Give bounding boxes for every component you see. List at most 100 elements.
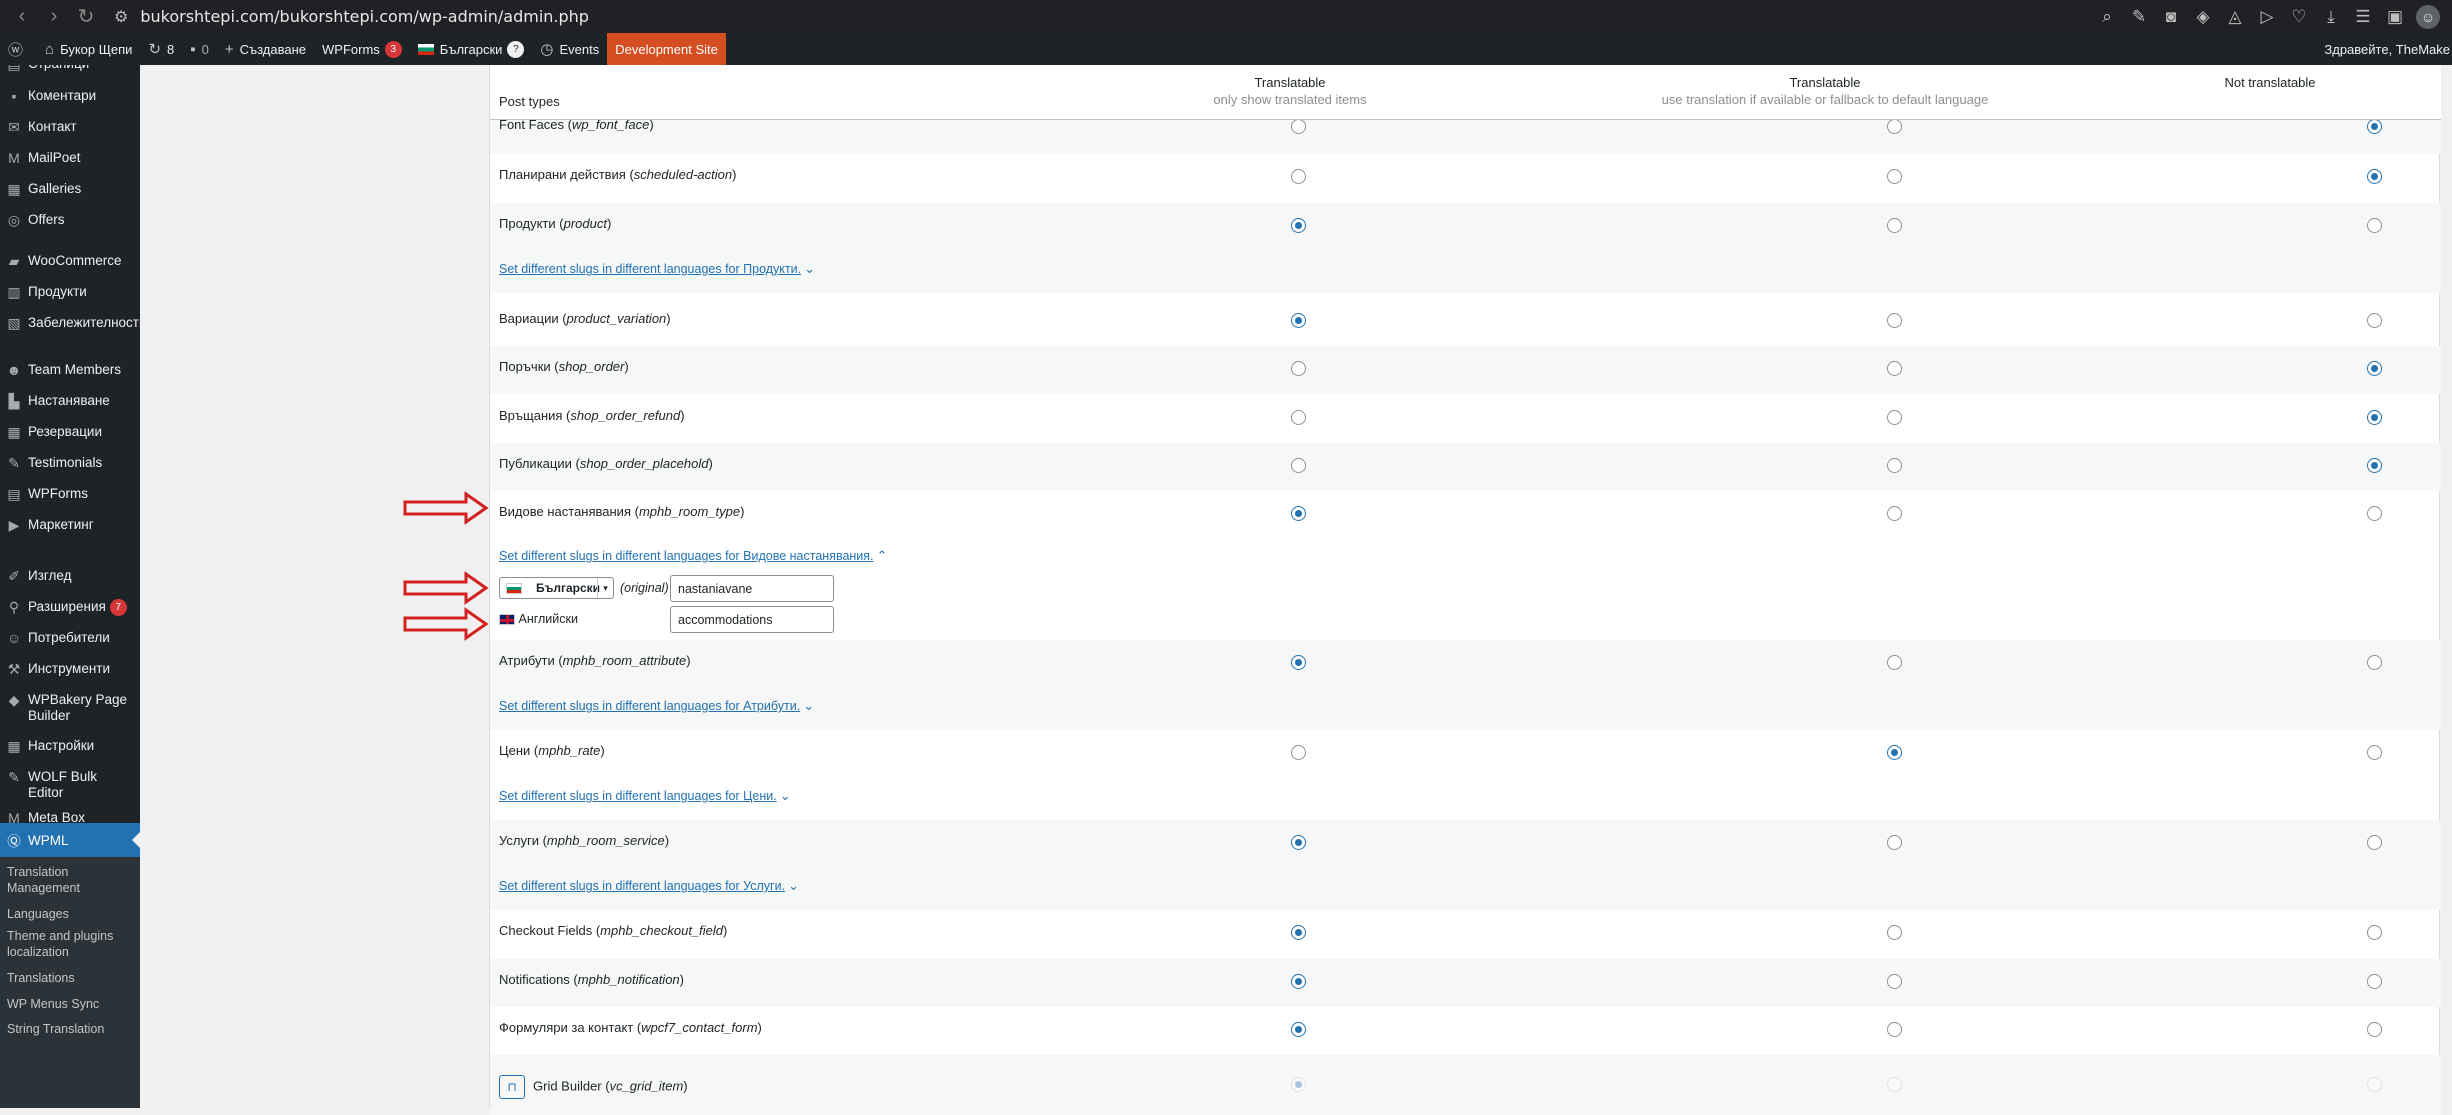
events-menu[interactable]: ◷ Events bbox=[532, 33, 607, 65]
translatable-fallback-radio[interactable] bbox=[1887, 119, 1902, 134]
slug-input-en[interactable]: accommodations bbox=[670, 606, 834, 633]
updates-menu[interactable]: ↻ 8 bbox=[140, 33, 182, 65]
translatable-fallback-radio[interactable] bbox=[1887, 169, 1902, 184]
sidebar-item-appearance[interactable]: ✐ Изглед bbox=[0, 568, 140, 584]
translatable-fallback-radio[interactable] bbox=[1887, 1077, 1902, 1092]
sidebar-item-tools[interactable]: ⚒ Инструменти bbox=[0, 661, 140, 677]
lock-icon[interactable]: ⊓ bbox=[499, 1075, 525, 1099]
wallet-icon[interactable]: ▣ bbox=[2384, 7, 2406, 27]
not-translatable-radio[interactable] bbox=[2367, 835, 2382, 850]
not-translatable-radio[interactable] bbox=[2367, 313, 2382, 328]
not-translatable-radio[interactable] bbox=[2367, 655, 2382, 670]
sidebar-item-products[interactable]: ▥ Продукти bbox=[0, 284, 140, 300]
not-translatable-radio[interactable] bbox=[2367, 1077, 2382, 1092]
sidebar-item-mailpoet[interactable]: M MailPoet bbox=[0, 150, 140, 166]
language-switcher[interactable]: Български? bbox=[410, 33, 533, 65]
not-translatable-radio[interactable] bbox=[2367, 745, 2382, 760]
my-account-menu[interactable]: Здравейте, TheMake bbox=[2324, 33, 2452, 65]
download-icon[interactable]: ⤓ bbox=[2320, 7, 2342, 27]
chevron-down-icon[interactable]: ⌄ bbox=[780, 788, 791, 804]
sidebar-item-bookings[interactable]: ▦ Резервации bbox=[0, 424, 140, 440]
wpml-submenu-item[interactable]: Theme and plugins localization bbox=[7, 928, 137, 960]
sidebar-item-accommodation[interactable]: ▙ Настаняване bbox=[0, 393, 140, 409]
sidebar-item-testimonials[interactable]: ✎ Testimonials bbox=[0, 455, 140, 471]
translatable-only-radio[interactable] bbox=[1291, 745, 1306, 760]
sidebar-item-wpforms[interactable]: ▤ WPForms bbox=[0, 486, 140, 502]
translatable-fallback-radio[interactable] bbox=[1887, 974, 1902, 989]
site-name-menu[interactable]: ⌂ Букор Щепи bbox=[37, 33, 140, 65]
sidebar-item-wolf[interactable]: ✎ WOLF Bulk Editor bbox=[0, 769, 140, 801]
not-translatable-radio[interactable] bbox=[2367, 218, 2382, 233]
sidebar-item-team[interactable]: ☻ Team Members bbox=[0, 362, 140, 378]
translatable-fallback-radio[interactable] bbox=[1887, 361, 1902, 376]
set-slugs-link[interactable]: Set different slugs in different languag… bbox=[499, 788, 791, 804]
camera-icon[interactable]: ◙ bbox=[2160, 7, 2182, 27]
sidebar-item-wpbakery[interactable]: ◆ WPBakery Page Builder bbox=[0, 692, 140, 724]
translatable-fallback-radio[interactable] bbox=[1887, 745, 1902, 760]
not-translatable-radio[interactable] bbox=[2367, 361, 2382, 376]
set-slugs-link[interactable]: Set different slugs in different languag… bbox=[499, 261, 815, 277]
sidebar-item-woocommerce[interactable]: ▰ WooCommerce bbox=[0, 253, 140, 269]
translatable-only-radio[interactable] bbox=[1291, 119, 1306, 134]
wpml-submenu-item[interactable]: String Translation bbox=[7, 1021, 137, 1037]
address-bar[interactable]: bukorshtepi.com/bukorshtepi.com/wp-admin… bbox=[140, 7, 589, 26]
translatable-only-radio[interactable] bbox=[1291, 835, 1306, 850]
sidebar-item-attractions[interactable]: ▧ Забележителности bbox=[0, 315, 140, 331]
not-translatable-radio[interactable] bbox=[2367, 169, 2382, 184]
sidebar-item-contact[interactable]: ✉ Контакт bbox=[0, 119, 140, 135]
sidebar-item-offers[interactable]: ◎ Offers bbox=[0, 212, 140, 228]
sidebar-item-users[interactable]: ☺ Потребители bbox=[0, 630, 140, 646]
chevron-down-icon[interactable]: ⌄ bbox=[804, 261, 815, 277]
not-translatable-radio[interactable] bbox=[2367, 925, 2382, 940]
not-translatable-radio[interactable] bbox=[2367, 506, 2382, 521]
not-translatable-radio[interactable] bbox=[2367, 974, 2382, 989]
sidebar-item-settings[interactable]: ▦ Настройки bbox=[0, 738, 140, 754]
wpml-submenu-item[interactable]: Translations bbox=[7, 970, 137, 986]
sidebar-item-galleries[interactable]: ▦ Galleries bbox=[0, 181, 140, 197]
not-translatable-radio[interactable] bbox=[2367, 119, 2382, 134]
translatable-only-radio[interactable] bbox=[1291, 410, 1306, 425]
chevron-down-icon[interactable]: ⌄ bbox=[788, 878, 799, 894]
ai-icon[interactable]: ◬ bbox=[2224, 7, 2246, 27]
translatable-only-radio[interactable] bbox=[1291, 1077, 1306, 1092]
edit-icon[interactable]: ✎ bbox=[2128, 7, 2150, 27]
translatable-fallback-radio[interactable] bbox=[1887, 313, 1902, 328]
reload-icon[interactable]: ↻ bbox=[76, 4, 96, 29]
menu-icon[interactable]: ☰ bbox=[2352, 7, 2374, 27]
search-icon[interactable]: ⌕ bbox=[2096, 7, 2118, 27]
wpforms-menu[interactable]: WPForms 3 bbox=[314, 33, 410, 65]
translatable-fallback-radio[interactable] bbox=[1887, 410, 1902, 425]
translatable-only-radio[interactable] bbox=[1291, 506, 1306, 521]
translatable-only-radio[interactable] bbox=[1291, 925, 1306, 940]
wpml-submenu-item[interactable]: Translation Management bbox=[7, 864, 137, 896]
not-translatable-radio[interactable] bbox=[2367, 458, 2382, 473]
translatable-fallback-radio[interactable] bbox=[1887, 218, 1902, 233]
sidebar-item-wpml[interactable]: Ⓠ WPML bbox=[0, 823, 140, 857]
profile-avatar[interactable]: ☺ bbox=[2416, 4, 2440, 29]
slug-input-bg[interactable]: nastaniavane bbox=[670, 575, 834, 602]
new-content-menu[interactable]: + Създаване bbox=[217, 33, 314, 65]
translatable-fallback-radio[interactable] bbox=[1887, 835, 1902, 850]
translatable-fallback-radio[interactable] bbox=[1887, 925, 1902, 940]
translatable-fallback-radio[interactable] bbox=[1887, 1022, 1902, 1037]
comments-menu[interactable]: ▪ 0 bbox=[182, 33, 217, 65]
wpml-submenu-item[interactable]: Languages bbox=[7, 906, 137, 922]
sidebar-item-plugins[interactable]: ⚲ Разширения 7 bbox=[0, 599, 140, 616]
set-slugs-link[interactable]: Set different slugs in different languag… bbox=[499, 698, 814, 714]
translatable-fallback-radio[interactable] bbox=[1887, 506, 1902, 521]
heart-icon[interactable]: ♡ bbox=[2288, 7, 2310, 27]
chevron-up-icon[interactable]: ⌃ bbox=[877, 548, 888, 564]
not-translatable-radio[interactable] bbox=[2367, 410, 2382, 425]
translatable-only-radio[interactable] bbox=[1291, 313, 1306, 328]
translatable-only-radio[interactable] bbox=[1291, 169, 1306, 184]
set-slugs-link[interactable]: Set different slugs in different languag… bbox=[499, 878, 799, 894]
back-icon[interactable]: ‹ bbox=[12, 5, 32, 28]
translatable-only-radio[interactable] bbox=[1291, 218, 1306, 233]
play-icon[interactable]: ▷ bbox=[2256, 7, 2278, 27]
translatable-only-radio[interactable] bbox=[1291, 974, 1306, 989]
translatable-fallback-radio[interactable] bbox=[1887, 655, 1902, 670]
translatable-only-radio[interactable] bbox=[1291, 361, 1306, 376]
wpml-submenu-item[interactable]: WP Menus Sync bbox=[7, 996, 137, 1012]
not-translatable-radio[interactable] bbox=[2367, 1022, 2382, 1037]
forward-icon[interactable]: › bbox=[44, 5, 64, 28]
